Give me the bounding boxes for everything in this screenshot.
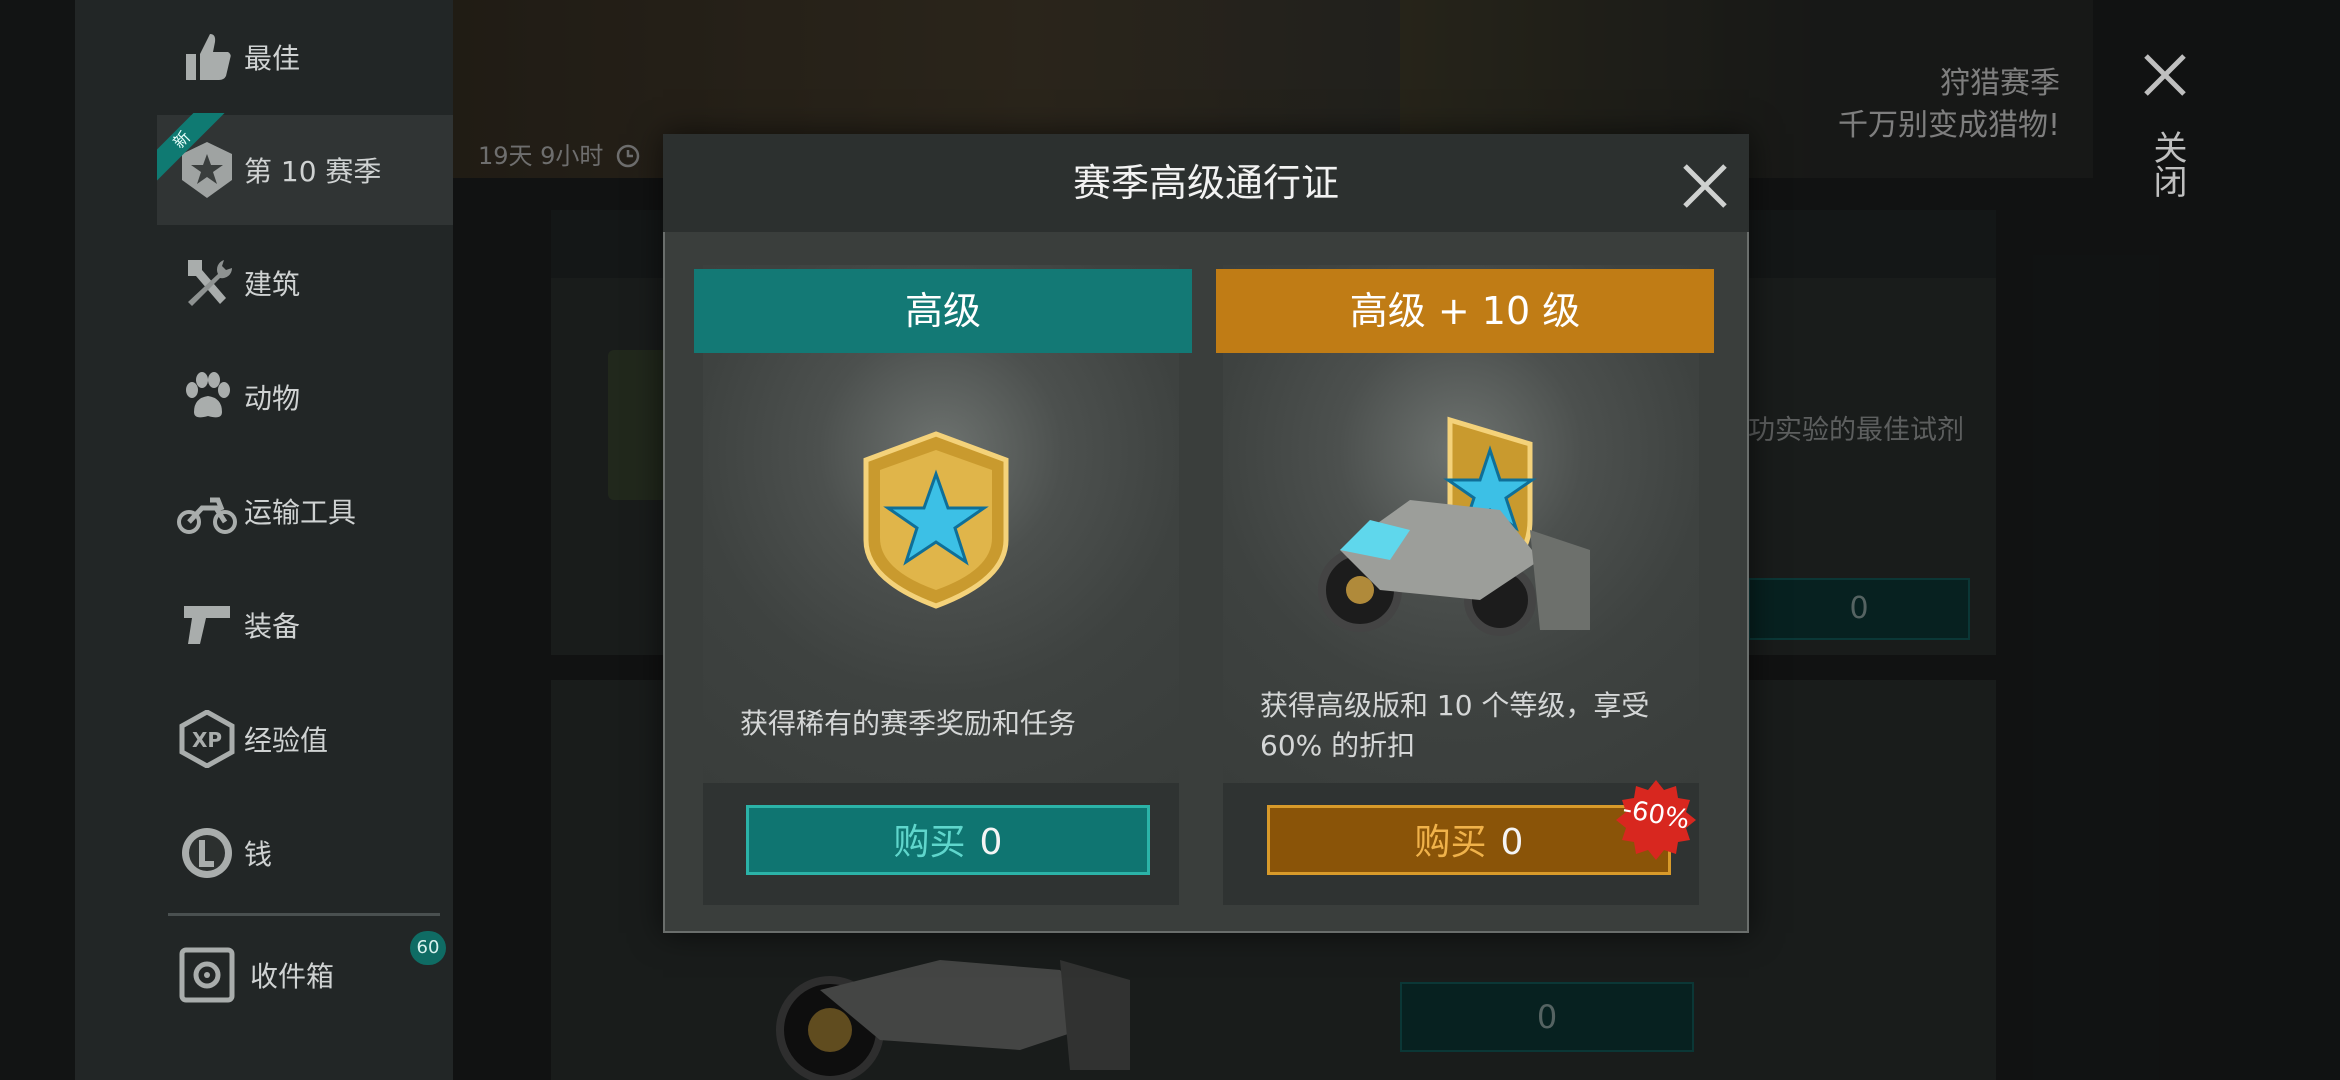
sidebar-item-building[interactable]: 建筑: [82, 228, 442, 338]
sidebar-item-label: 建筑: [244, 268, 301, 301]
sidebar-item-inbox[interactable]: 收件箱: [82, 920, 442, 1030]
right-edge: [2230, 0, 2340, 1080]
xp-icon: XP: [172, 704, 242, 774]
premium-card-header: 高级: [694, 269, 1192, 353]
buy-premium-button[interactable]: 购买 0: [746, 805, 1150, 875]
sidebar-item-label: 第 10 赛季: [244, 155, 382, 188]
price: 0: [1500, 822, 1524, 863]
sidebar-item-best[interactable]: 最佳: [82, 2, 442, 112]
close-icon[interactable]: [2140, 50, 2190, 100]
left-edge: [0, 0, 75, 1080]
sidebar-item-label: 装备: [244, 610, 301, 643]
thumbs-up-icon: [172, 22, 242, 92]
sidebar-divider: [168, 913, 440, 916]
close-label[interactable]: 关闭: [2147, 130, 2187, 207]
sidebar-item-equipment[interactable]: 装备: [82, 570, 442, 680]
safe-icon: [172, 940, 242, 1010]
sidebar-item-money[interactable]: 钱: [82, 798, 442, 908]
sidebar-item-label: 收件箱: [250, 960, 335, 993]
paw-icon: [172, 362, 242, 432]
svg-text:XP: XP: [192, 728, 222, 752]
premium-plus-card-header: 高级 + 10 级: [1216, 269, 1714, 353]
motorcycle-icon: [172, 476, 242, 546]
inbox-count-badge: 60: [410, 931, 446, 965]
hammer-wrench-icon: [172, 248, 242, 318]
gold-shield-star-icon: [863, 431, 1009, 609]
modal-close-icon[interactable]: [1677, 158, 1733, 214]
sidebar-item-label: 最佳: [244, 42, 301, 75]
new-ribbon: 新: [157, 113, 237, 193]
sidebar-item-vehicles[interactable]: 运输工具: [82, 456, 442, 566]
motorcycle-and-shield-image: [1318, 416, 1590, 636]
sidebar-item-xp[interactable]: XP 经验值: [82, 684, 442, 794]
coin-icon: [172, 818, 242, 888]
sidebar-item-label: 钱: [244, 838, 273, 871]
premium-card-description: 获得稀有的赛季奖励和任务: [740, 707, 1077, 740]
modal-title: 赛季高级通行证: [1072, 161, 1339, 205]
sidebar-item-animals[interactable]: 动物: [82, 342, 442, 452]
premium-plus-card-description: 获得高级版和 10 个等级，享受 60% 的折扣: [1260, 689, 1650, 762]
price: 0: [979, 822, 1003, 863]
buy-label: 购买: [893, 822, 966, 863]
sidebar-item-label: 动物: [244, 382, 301, 415]
pistol-icon: [172, 590, 242, 660]
buy-premium-plus-button[interactable]: 购买 0: [1267, 805, 1671, 875]
buy-label: 购买: [1414, 822, 1487, 863]
sidebar-item-label: 经验值: [244, 724, 329, 757]
sidebar-item-label: 运输工具: [244, 496, 357, 529]
